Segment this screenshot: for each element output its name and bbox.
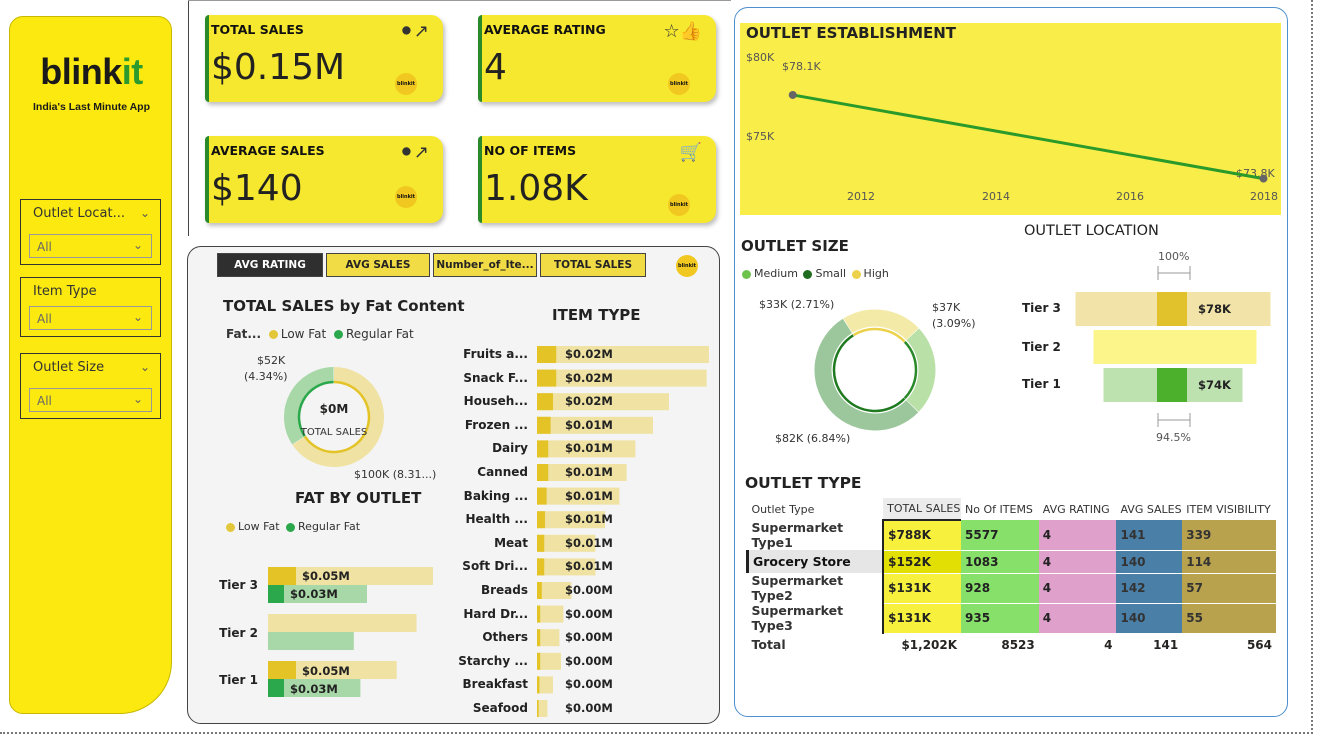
donut-label: $82K (6.84%): [775, 432, 851, 445]
table-cell: 140: [1116, 550, 1183, 574]
total-cell: 4: [1104, 637, 1113, 652]
table-total-row: Total $1,202K 8523 4 141 564: [747, 633, 1277, 656]
outlet-location-chart: [1075, 266, 1271, 427]
table-row[interactable]: Grocery Store $152K 1083 4 140 114: [746, 550, 1276, 574]
row-name-cell: Supermarket Type1: [747, 520, 884, 550]
table-cell: 4: [1038, 550, 1117, 574]
table-cell: 1083: [961, 550, 1039, 574]
location-bar-highlight: [1157, 368, 1187, 402]
total-cell: 8523: [1001, 637, 1035, 652]
column-header-sorted[interactable]: TOTAL SALES: [883, 498, 962, 521]
location-bar: [1093, 330, 1257, 364]
table-cell: 140: [1116, 603, 1183, 634]
donut-label: (3.09%): [932, 317, 976, 330]
row-name-cell: Grocery Store: [746, 550, 884, 573]
outlet-size-title: OUTLET SIZE: [741, 237, 849, 255]
table-cell: 4: [1038, 520, 1117, 551]
line-point: [788, 90, 797, 99]
bar-label: $74K: [1198, 378, 1231, 392]
outlet-type-table: Outlet Type TOTAL SALES No Of ITEMS AVG …: [746, 498, 1276, 656]
column-header[interactable]: Outlet Type: [748, 498, 884, 520]
column-header[interactable]: ITEM VISIBILITY: [1182, 498, 1276, 520]
location-percent-bottom: 94.5%: [1156, 431, 1191, 444]
table-cell: 935: [961, 603, 1039, 634]
row-name-cell: Supermarket Type3: [747, 603, 884, 633]
bar-label: $78K: [1198, 302, 1231, 316]
table-cell: 4: [1038, 603, 1117, 634]
outlet-size-legend: Medium Small High: [742, 267, 889, 280]
location-percent-top: 100%: [1158, 250, 1190, 263]
table-cell: 141: [1116, 520, 1183, 551]
line-series: [792, 93, 1264, 181]
table-row[interactable]: Supermarket Type1 $788K 5577 4 141 339: [747, 520, 1276, 551]
table-cell: $788K: [882, 520, 962, 551]
column-header[interactable]: No Of ITEMS: [961, 498, 1039, 520]
total-cell: 141: [1153, 637, 1179, 652]
total-cell: $1,202K: [901, 637, 958, 652]
table-cell: 4: [1038, 573, 1117, 604]
table-cell: 5577: [961, 520, 1039, 551]
donut-label: $37K: [932, 301, 961, 314]
axis-label-tier3: Tier 3: [1022, 301, 1061, 315]
column-header[interactable]: AVG RATING: [1039, 498, 1117, 520]
table-row[interactable]: Supermarket Type3 $131K 935 4 140 55: [747, 603, 1276, 634]
table-cell: 57: [1182, 573, 1276, 604]
donut-slice: [814, 318, 919, 431]
outlet-size-donut-chart: [814, 309, 936, 431]
outlet-type-title: OUTLET TYPE: [745, 474, 862, 492]
total-label: Total: [747, 633, 884, 656]
table-cell: 142: [1116, 573, 1183, 604]
table-header-row: Outlet Type TOTAL SALES No Of ITEMS AVG …: [748, 498, 1277, 521]
outlet-establishment-line-chart: [788, 90, 1268, 183]
table-cell: 114: [1182, 550, 1276, 574]
location-bar-highlight: [1157, 292, 1187, 326]
table-cell: 928: [961, 573, 1039, 604]
table-cell: $152K: [882, 550, 962, 574]
table-cell: 55: [1182, 603, 1276, 634]
donut-label: $33K (2.71%): [759, 298, 835, 311]
table-row[interactable]: Supermarket Type2 $131K 928 4 142 57: [747, 573, 1276, 604]
donut-slice-highlight: [832, 334, 906, 413]
axis-label-tier2: Tier 2: [1022, 340, 1061, 354]
table-cell: 339: [1182, 520, 1276, 551]
table-cell: $131K: [882, 603, 962, 634]
total-cell: 564: [1246, 637, 1272, 652]
axis-label-tier1: Tier 1: [1022, 377, 1061, 391]
line-point: [1259, 174, 1268, 183]
row-name-cell: Supermarket Type2: [747, 573, 884, 603]
column-header[interactable]: AVG SALES: [1116, 498, 1182, 520]
table-cell: $131K: [882, 573, 962, 604]
outlet-location-title: OUTLET LOCATION: [1024, 223, 1159, 239]
